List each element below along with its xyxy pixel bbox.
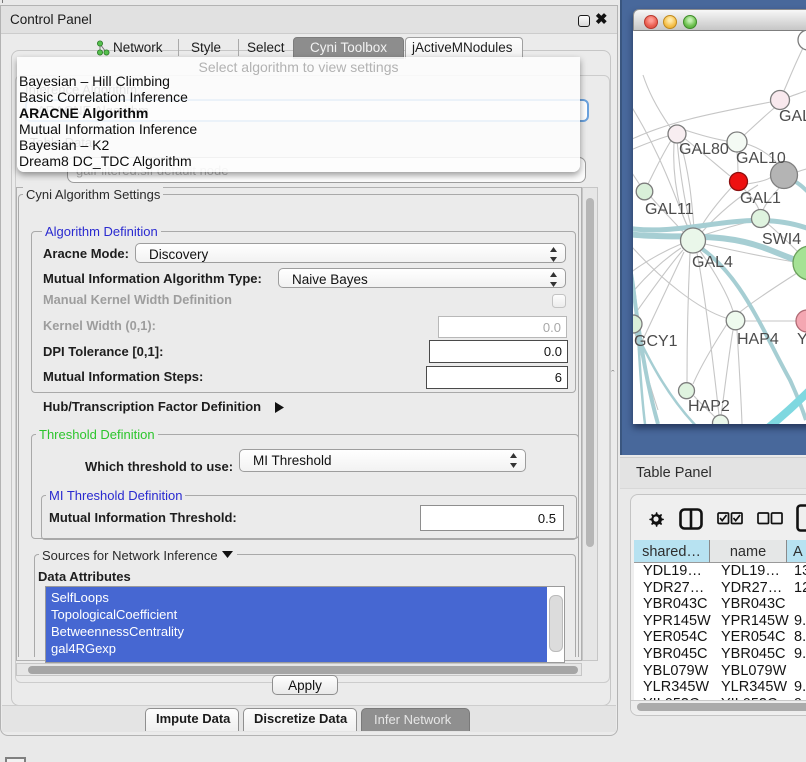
svg-text:Y: Y: [797, 331, 806, 348]
svg-text:GAL10: GAL10: [736, 150, 786, 167]
svg-text:HAP2: HAP2: [688, 398, 730, 415]
svg-text:GAL4: GAL4: [692, 254, 733, 271]
svg-text:SWI4: SWI4: [762, 231, 801, 248]
svg-text:GAL80: GAL80: [679, 141, 729, 158]
svg-text:HAP4: HAP4: [737, 331, 779, 348]
svg-text:GCY1: GCY1: [634, 333, 678, 350]
svg-text:GAL7: GAL7: [779, 108, 806, 125]
svg-text:GAL11: GAL11: [645, 201, 694, 218]
svg-text:GAL1: GAL1: [740, 190, 781, 207]
